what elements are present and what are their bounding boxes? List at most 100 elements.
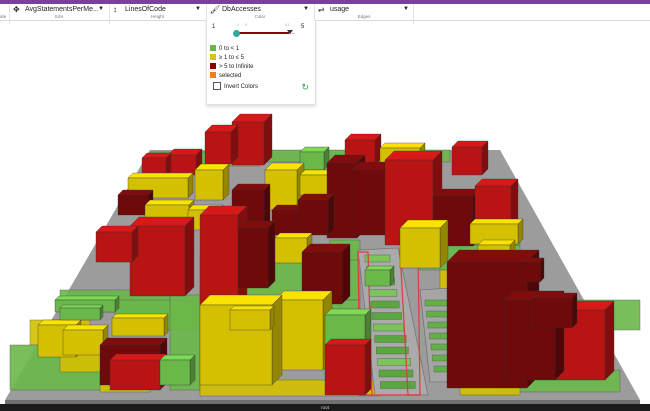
size-metric-value: AvgStatementsPerMe... <box>25 6 99 13</box>
height-metric-caption: Height <box>150 14 164 19</box>
building-roof <box>274 232 313 239</box>
selected-package-class <box>371 312 402 320</box>
building-roof <box>432 188 481 197</box>
building-roof <box>159 354 196 361</box>
height-arrows-icon: ↕ <box>113 5 117 14</box>
legend-item: selected <box>210 72 241 80</box>
building <box>229 309 271 331</box>
invert-colors-label: Invert Colors <box>224 84 259 90</box>
height-metric-value: LinesOfCode <box>125 6 166 13</box>
legend-item: ≥ 1 to ≤ 5 <box>210 54 244 62</box>
building <box>364 269 391 287</box>
building-roof <box>301 243 351 253</box>
edges-icon: ⇌ <box>318 5 325 14</box>
toolbar-left-caption: ate <box>0 14 7 19</box>
building-roof <box>474 178 519 187</box>
invert-colors-checkbox[interactable]: Invert Colors <box>213 82 258 91</box>
range-slider-selection <box>237 32 289 34</box>
building <box>159 359 191 386</box>
building <box>59 307 101 321</box>
slider-tick-label: 5 <box>245 23 247 27</box>
building-roof <box>384 150 443 161</box>
building-side <box>222 163 230 201</box>
chevron-down-icon: ▼ <box>98 6 104 12</box>
legend-label: 0 to < 1 <box>219 46 240 52</box>
building-roof <box>531 292 578 299</box>
building-side <box>267 220 276 289</box>
legend-swatch <box>210 45 216 51</box>
building <box>324 344 366 396</box>
legend-label: selected <box>219 73 242 79</box>
color-metric-dropdown[interactable]: 🖌 DbAccesses ▼ Color <box>208 4 312 20</box>
legend-label: ≥ 1 to ≤ 5 <box>219 55 244 61</box>
size-metric-dropdown[interactable]: ✥ AvgStatementsPerMe... ▼ Size <box>11 4 107 20</box>
building-roof <box>477 239 516 246</box>
edges-metric-value: usage <box>330 6 350 13</box>
building-side <box>539 257 545 283</box>
building-roof <box>399 219 449 229</box>
building <box>95 231 133 263</box>
building <box>299 174 331 196</box>
range-slider-max-handle[interactable] <box>287 30 293 34</box>
building <box>399 227 441 269</box>
building-roof <box>127 172 194 179</box>
building-roof <box>379 142 426 149</box>
building <box>62 329 104 356</box>
selected-package-class <box>380 381 416 389</box>
city-visualization-canvas[interactable] <box>0 21 650 404</box>
building <box>109 359 161 391</box>
building-side <box>604 300 615 381</box>
building-side <box>131 225 139 263</box>
building <box>111 317 165 337</box>
building-roof <box>451 140 489 148</box>
range-slider-min-handle[interactable] <box>233 30 240 37</box>
building-side <box>189 354 196 386</box>
toolbar-left-stub: ate <box>0 4 8 20</box>
building-side <box>263 113 273 166</box>
building-roof <box>199 294 283 306</box>
building-roof <box>99 337 168 346</box>
checkbox-box[interactable] <box>213 82 221 90</box>
package-class <box>424 299 448 307</box>
height-metric-dropdown[interactable]: ↕ LinesOfCode ▼ Height <box>111 4 204 20</box>
building-roof <box>469 218 524 225</box>
color-metric-value: DbAccesses <box>222 6 261 13</box>
building-roof <box>297 193 335 201</box>
building <box>199 214 239 306</box>
selected-package-class <box>370 300 400 309</box>
building <box>117 194 149 216</box>
building-roof <box>37 319 82 326</box>
legend-swatch <box>210 63 216 69</box>
building-roof <box>111 313 169 319</box>
building-roof <box>324 308 372 316</box>
building-roof <box>229 305 275 311</box>
building <box>129 225 186 297</box>
building-side <box>481 140 489 176</box>
slider-max-label: 5 <box>301 24 305 30</box>
selected-package-class <box>373 323 404 332</box>
legend-item: 0 to < 1 <box>210 45 239 53</box>
building-roof <box>129 216 195 227</box>
package-class <box>427 321 451 329</box>
selected-package-class <box>369 289 398 297</box>
legend-swatch <box>210 54 216 60</box>
building <box>451 146 483 176</box>
reset-icon[interactable]: ↻ <box>301 82 309 93</box>
edges-metric-dropdown[interactable]: ⇌ usage ▼ Edges <box>316 4 412 20</box>
selected-package-class <box>374 335 407 343</box>
building-roof <box>324 338 372 346</box>
toolbar: ate ✥ AvgStatementsPerMe... ▼ Size ↕ Lin… <box>0 4 650 24</box>
building-side <box>230 124 239 165</box>
building <box>271 209 303 236</box>
building-side <box>327 193 335 236</box>
building <box>519 261 541 283</box>
building <box>274 299 324 371</box>
building-side <box>364 338 372 396</box>
building-roof <box>231 183 271 191</box>
building <box>167 154 197 176</box>
legend-swatch <box>210 72 216 78</box>
resize-arrows-icon: ✥ <box>13 5 20 14</box>
edges-metric-caption: Edges <box>357 14 371 19</box>
building-roof <box>54 295 120 301</box>
package-class <box>426 310 449 318</box>
